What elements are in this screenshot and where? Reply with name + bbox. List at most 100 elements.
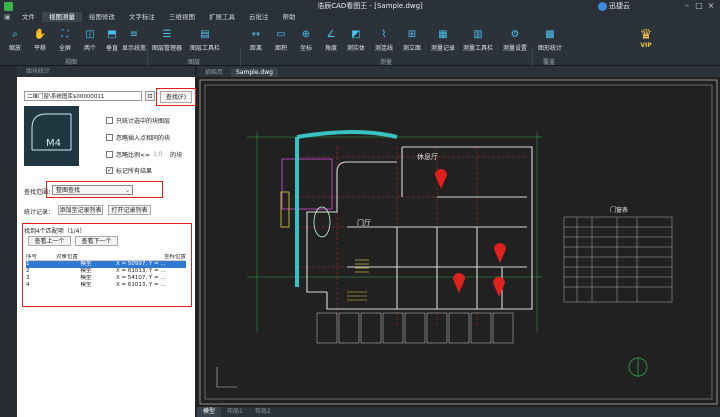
chevron-down-icon: ⌄ xyxy=(124,187,130,194)
option-selected-layer[interactable]: 只统计选中的块图层 xyxy=(106,116,170,125)
entity-icon: ◩ xyxy=(351,28,361,40)
checkbox[interactable] xyxy=(106,151,113,158)
drawing-frame xyxy=(199,79,718,405)
pick-block-icon[interactable]: ⊡ xyxy=(145,91,155,101)
crown-icon: ♛ xyxy=(639,27,653,43)
measure-settings-button[interactable]: ⚙ 测量设置 xyxy=(499,25,531,59)
find-button[interactable]: 查找(F) xyxy=(160,91,192,103)
menu-cloud-annotate[interactable]: 云批注 xyxy=(242,12,276,22)
window-title: 浩辰CAD看图王 - [Sample.dwg] xyxy=(317,2,423,10)
tab-layout2[interactable]: 布局2 xyxy=(249,407,277,417)
arc-wall xyxy=(296,130,398,139)
fullscreen-button[interactable]: ⛶ 全屏 xyxy=(53,25,77,59)
table-row[interactable]: 1 模型 X = 50997, Y = ... xyxy=(26,261,186,268)
layer-toolbar-button[interactable]: ▤ 图层工具栏 xyxy=(188,25,222,59)
block-preview: M4 xyxy=(24,106,79,166)
brand[interactable]: 迅捷云 xyxy=(598,1,630,11)
shape-stats-button[interactable]: ▩ 图形统计 xyxy=(535,25,565,59)
vip-badge[interactable]: ♛ VIP xyxy=(631,28,661,49)
add-record-button[interactable]: 添加至记录列表 xyxy=(58,205,103,215)
layer-manager-button[interactable]: ☰ 图层管理器 xyxy=(150,25,184,59)
lounge-label: 休息厅 xyxy=(417,152,438,161)
close-button[interactable]: × xyxy=(706,1,716,11)
menu-draw-edit[interactable]: 绘图修改 xyxy=(82,12,122,22)
tab-sample-dwg[interactable]: Sample.dwg xyxy=(231,68,278,77)
angle-button[interactable]: ∠ 角度 xyxy=(319,25,343,59)
measure-polyline-button[interactable]: ⌇ 测连线 xyxy=(372,25,396,59)
measure-toolbar-button[interactable]: ▥ 测量工具栏 xyxy=(461,25,495,59)
measure-record-button[interactable]: ▦ 测量记录 xyxy=(428,25,458,59)
angle-icon: ∠ xyxy=(326,28,336,40)
layer-manager-icon: ☰ xyxy=(162,28,172,40)
vertical-button[interactable]: ⬒ 垂直 xyxy=(100,25,124,59)
preview-label: M4 xyxy=(46,138,61,149)
location-pin-icon[interactable] xyxy=(493,277,505,297)
block-name-input[interactable] xyxy=(24,91,142,101)
checkbox[interactable] xyxy=(106,117,113,124)
area-icon: ▭ xyxy=(276,28,286,40)
minimize-button[interactable]: – xyxy=(682,1,692,11)
group-label-cover: 覆盖 xyxy=(543,59,556,66)
location-pin-icon[interactable] xyxy=(435,169,447,189)
left-dock-strip xyxy=(0,66,17,417)
settings-icon: ⚙ xyxy=(510,28,520,40)
menu-text-annotate[interactable]: 文字标注 xyxy=(122,12,162,22)
hall-label: 门厅 xyxy=(357,218,371,227)
pan-button[interactable]: ✋ 平移 xyxy=(28,25,52,59)
menu-3d-view[interactable]: 三维视图 xyxy=(162,12,202,22)
zoom-button[interactable]: ⌕ 缩放 xyxy=(3,25,27,59)
scale-value[interactable]: 1.0 xyxy=(153,151,167,158)
menu-file[interactable]: 文件 xyxy=(15,12,42,22)
app-logo-icon xyxy=(4,1,13,11)
table-row[interactable]: 3 模型 X = 54107, Y = ... xyxy=(26,275,186,282)
ribbon: ⌕ 缩放 ✋ 平移 ⛶ 全屏 ◫ 两个 ⬒ 垂直 ≡ 显示线宽 ☰ 图层管理器 ▤ 图层工具栏 … xyxy=(0,22,720,81)
distance-icon: ↔ xyxy=(251,28,261,40)
menu-bar: ▣ 文件 视图测量 绘图修改 文字标注 三维视图 扩展工具 云批注 帮助 xyxy=(0,12,720,22)
location-pin-icon[interactable] xyxy=(494,243,506,263)
layout-tabs: 模型 布局1 布局2 xyxy=(197,407,720,417)
stair-frame xyxy=(281,158,333,210)
elevation-icon: ⊞ xyxy=(407,28,417,40)
block-preview-graphic: M4 xyxy=(31,113,72,151)
checkbox[interactable] xyxy=(106,134,113,141)
option-mark-all[interactable]: ✓ 标记所有结果 xyxy=(106,166,152,175)
measure-entity-button[interactable]: ◩ 测实体 xyxy=(344,25,368,59)
measure-elevation-button[interactable]: ⊞ 测立面 xyxy=(400,25,424,59)
table-row[interactable]: 4 模型 X = 61013, Y = ... xyxy=(26,282,186,289)
stairs xyxy=(347,259,369,301)
maximize-button[interactable]: □ xyxy=(694,1,704,11)
range-select[interactable]: 整图查找 ⌄ xyxy=(52,185,133,195)
checkbox-checked[interactable]: ✓ xyxy=(106,167,113,174)
group-label-view: 视图 xyxy=(65,59,78,66)
next-result-button[interactable]: 查看下一个 xyxy=(75,236,118,246)
table-row[interactable]: 2 模型 X = 61013, Y = ... xyxy=(26,268,186,275)
tab-start-page[interactable]: 初始页 xyxy=(200,68,228,77)
results-table: 序号 对象位置 坐标位置 1 模型 X = 50997, Y = ... 2 模… xyxy=(26,254,186,289)
prev-result-button[interactable]: 查看上一个 xyxy=(28,236,71,246)
stats-icon: ▩ xyxy=(545,28,555,40)
show-lineweight-button[interactable]: ≡ 显示线宽 xyxy=(122,25,146,59)
record-label: 统计记录： xyxy=(24,209,55,216)
record-icon: ▦ xyxy=(438,28,448,40)
menu-help[interactable]: 帮助 xyxy=(276,12,303,22)
two-view-button[interactable]: ◫ 两个 xyxy=(78,25,102,59)
tab-model[interactable]: 模型 xyxy=(197,407,222,417)
open-record-button[interactable]: 打开记录列表 xyxy=(108,205,151,215)
location-pin-icon[interactable] xyxy=(453,273,465,293)
menu-view-measure[interactable]: 视图测量 xyxy=(42,12,82,22)
quick-access-icon[interactable]: ▣ xyxy=(4,13,12,21)
area-button[interactable]: ▭ 面积 xyxy=(269,25,293,59)
polyline-icon: ⌇ xyxy=(381,28,387,40)
menu-extend-tools[interactable]: 扩展工具 xyxy=(202,12,242,22)
coordinate-button[interactable]: ⊕ 坐标 xyxy=(294,25,318,59)
results-header: 序号 对象位置 坐标位置 xyxy=(26,254,186,261)
drawing-canvas[interactable]: 休息厅 门厅 门窗表 xyxy=(197,77,720,407)
vertical-split-icon: ⬒ xyxy=(107,28,117,40)
fullscreen-icon: ⛶ xyxy=(61,28,69,40)
door-window-table xyxy=(563,216,673,303)
tab-layout1[interactable]: 布局1 xyxy=(221,407,249,417)
option-ignore-scale[interactable]: 忽略比例<= 1.0 的块 xyxy=(106,150,182,159)
two-view-icon: ◫ xyxy=(85,28,95,40)
option-ignore-same-insert[interactable]: 忽略插入点相同的块 xyxy=(106,133,170,142)
distance-button[interactable]: ↔ 距离 xyxy=(244,25,268,59)
